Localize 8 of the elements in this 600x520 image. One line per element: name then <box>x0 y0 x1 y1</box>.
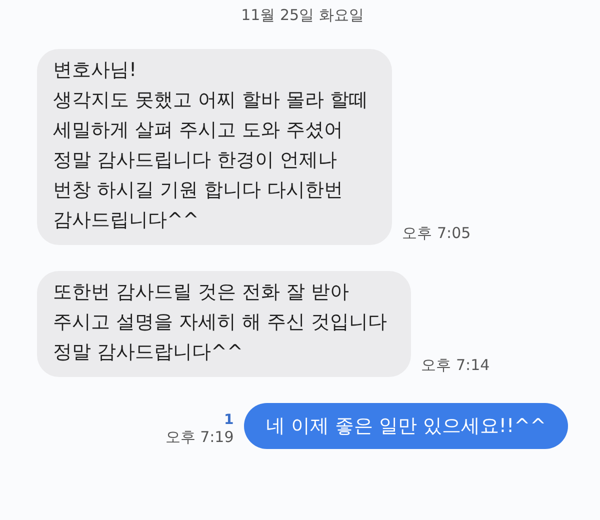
message-bubble: 또한번 감사드릴 것은 전화 잘 받아 주시고 설명을 자세히 해 주신 것입니다 정말 감사드랍니다^^ <box>37 271 412 377</box>
message-time: 오후 7:19 <box>165 428 234 447</box>
date-divider: 11월 25일 화요일 <box>241 6 364 25</box>
message-time: 오후 7:05 <box>402 224 471 243</box>
message-bubble: 네 이제 좋은 일만 있으세요!!^^ <box>244 403 568 449</box>
unread-count: 1 <box>224 412 234 428</box>
message-time: 오후 7:14 <box>421 356 490 375</box>
message-bubble: 변호사님! 생각지도 못했고 어찌 할바 몰라 할떼 세밀하게 살펴 주시고 도와 주셨어 정말 감사드립니다 한경이 언제나 번창 하시길 기원 합니다 다시한번 감사드립니다^^ <box>37 49 392 245</box>
